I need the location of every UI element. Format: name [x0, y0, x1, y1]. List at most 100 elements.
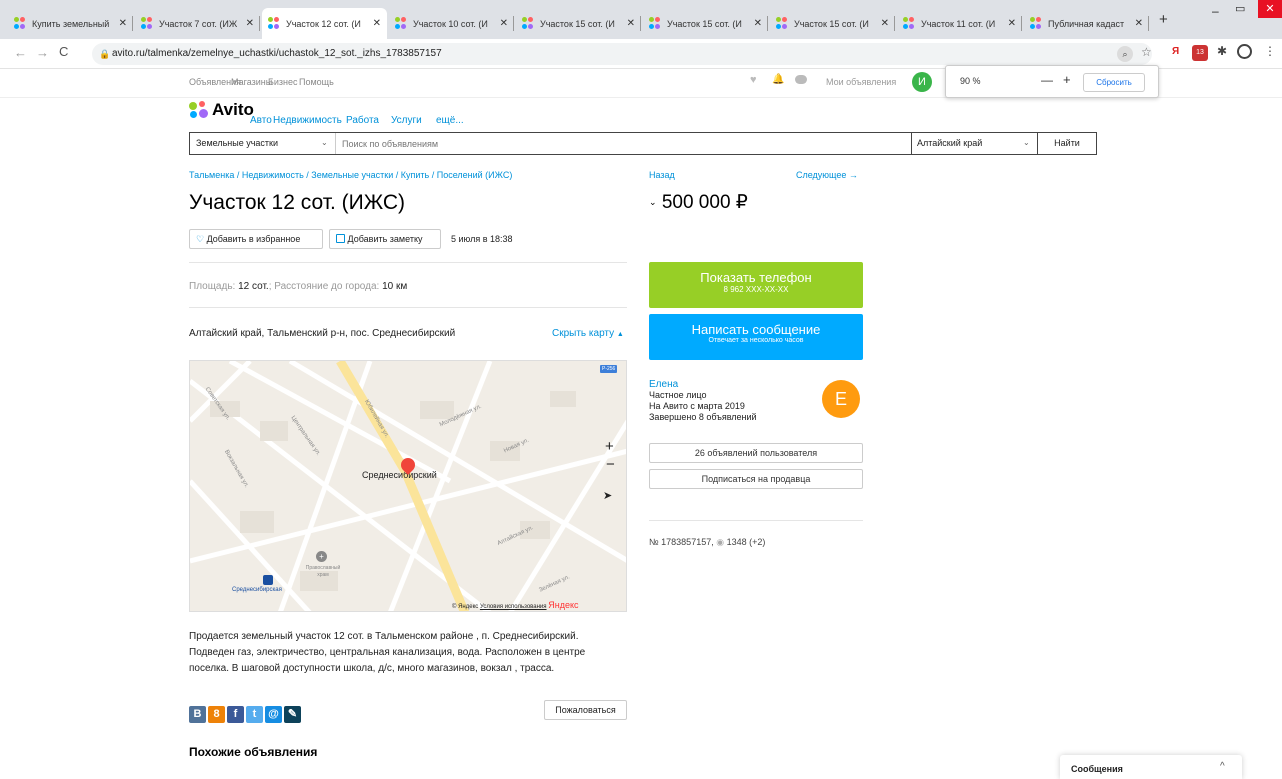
window-minimize-button[interactable]: – [1212, 4, 1219, 18]
favorite-button[interactable]: ♡ Добавить в избранное [189, 229, 323, 249]
address-bar[interactable]: 🔒 avito.ru/talmenka/zemelnye_uchastki/uc… [92, 43, 1152, 65]
twitter-share-icon[interactable]: t [246, 706, 263, 723]
vk-share-icon[interactable]: B [189, 706, 206, 723]
tab-close-icon[interactable]: ✕ [1135, 18, 1143, 29]
browser-tab[interactable]: Участок 15 сот. (И ✕ [770, 8, 895, 39]
back-arrow-icon[interactable]: ← [14, 45, 27, 60]
place-label: Среднесибирский [362, 470, 437, 480]
tab-title: Публичная кадаст [1048, 18, 1125, 29]
tab-title: Участок 10 сот. (И [413, 18, 488, 29]
nav-realty[interactable]: Недвижимость [273, 115, 342, 126]
tab-close-icon[interactable]: ✕ [119, 18, 127, 29]
tab-close-icon[interactable]: ✕ [373, 18, 381, 29]
back-link[interactable]: Назад [649, 170, 675, 180]
window-restore-button[interactable]: ▭ [1235, 2, 1245, 15]
browser-tab[interactable]: Участок 10 сот. (И ✕ [389, 8, 514, 39]
puzzle-extension-icon[interactable]: ✱ [1217, 44, 1227, 58]
map-zoom-in-button[interactable]: + [605, 438, 614, 455]
yandex-extension-icon[interactable]: Я [1172, 46, 1179, 57]
tab-title: Участок 15 сот. (И [540, 18, 615, 29]
nav-jobs[interactable]: Работа [346, 115, 379, 126]
browser-tab[interactable]: Участок 7 сот. (ИЖ ✕ [135, 8, 260, 39]
top-link-business[interactable]: Бизнес [268, 77, 298, 87]
region-select[interactable]: Алтайский край [917, 138, 982, 148]
avito-logo[interactable]: Avito [189, 100, 254, 120]
next-link[interactable]: Следующее → [796, 170, 858, 180]
chevron-up-icon[interactable]: ^ [1220, 761, 1225, 772]
heart-outline-icon: ♡ [196, 234, 205, 244]
map-zoom-out-button[interactable]: − [606, 456, 615, 473]
reload-icon[interactable]: C [59, 44, 68, 59]
tab-close-icon[interactable]: ✕ [881, 18, 889, 29]
seller-avatar[interactable]: Е [822, 380, 860, 418]
price-dropdown-icon[interactable]: ⌄ [649, 197, 657, 207]
heart-icon[interactable]: ♥ [750, 74, 757, 86]
seller-type: Частное лицо [649, 390, 707, 400]
map[interactable]: Молодёжная ул. Юбилейная ул. Центральная… [189, 360, 627, 612]
bell-icon[interactable]: 🔔 [772, 74, 784, 85]
ok-share-icon[interactable]: 8 [208, 706, 225, 723]
zoom-icon[interactable]: ⌕ [1117, 46, 1133, 62]
tab-close-icon[interactable]: ✕ [500, 18, 508, 29]
write-message-button[interactable]: Написать сообщение Отвечает за несколько… [649, 314, 863, 360]
tab-close-icon[interactable]: ✕ [754, 18, 762, 29]
my-ads-link[interactable]: Мои объявления [826, 77, 896, 87]
messages-widget[interactable]: Сообщения ^ [1060, 755, 1242, 779]
search-input[interactable] [342, 136, 902, 151]
zoom-reset-button[interactable]: Сбросить [1083, 73, 1145, 92]
nav-services[interactable]: Услуги [391, 115, 422, 126]
tab-title: Участок 12 сот. (И [286, 18, 361, 29]
window-close-button[interactable]: ✕ [1258, 0, 1282, 18]
chat-icon[interactable] [795, 75, 807, 84]
browser-tab-strip: Купить земельный ✕ Участок 7 сот. (ИЖ ✕ Учас… [0, 0, 1282, 39]
browser-tab[interactable]: Публичная кадаст ✕ [1024, 8, 1149, 39]
bookmark-star-icon[interactable]: ☆ [1141, 45, 1152, 59]
avito-favicon-icon [395, 17, 408, 30]
tab-close-icon[interactable]: ✕ [246, 18, 254, 29]
user-ads-button[interactable]: 26 объявлений пользователя [649, 443, 863, 463]
seller-name[interactable]: Елена [649, 379, 757, 390]
browser-tab[interactable]: Купить земельный ✕ [8, 8, 133, 39]
tab-close-icon[interactable]: ✕ [627, 18, 635, 29]
hide-map-label: Скрыть карту [552, 328, 615, 339]
hide-map-link[interactable]: Скрыть карту ▲ [552, 328, 624, 339]
browser-tab[interactable]: Участок 15 сот. (И ✕ [516, 8, 641, 39]
tab-separator [640, 16, 641, 31]
category-select[interactable]: Земельные участки [196, 138, 278, 148]
tab-close-icon[interactable]: ✕ [1008, 18, 1016, 29]
zoom-out-button[interactable]: — [1041, 73, 1053, 87]
top-link-shops[interactable]: Магазины [231, 77, 272, 87]
search-submit-button[interactable]: Найти [1038, 133, 1096, 154]
browser-tab[interactable]: Участок 11 сот. (И ✕ [897, 8, 1022, 39]
browser-tab[interactable]: Участок 12 сот. (И ✕ [262, 8, 387, 39]
geolocation-arrow-icon[interactable]: ➤ [603, 489, 612, 502]
nav-auto[interactable]: Авто [250, 115, 272, 126]
map-terms-link[interactable]: Условия использования [480, 604, 547, 610]
zoom-in-button[interactable]: + [1063, 72, 1071, 87]
top-link-help[interactable]: Помощь [299, 77, 334, 87]
show-phone-button[interactable]: Показать телефон 8 962 XXX-XX-XX [649, 262, 863, 308]
new-tab-button[interactable]: + [1159, 11, 1168, 28]
avito-favicon-icon [522, 17, 535, 30]
browser-menu-icon[interactable]: ⋮ [1264, 44, 1276, 58]
forward-arrow-icon[interactable]: → [36, 45, 49, 60]
lock-icon: 🔒 [99, 49, 111, 59]
mail-share-icon[interactable]: @ [265, 706, 282, 723]
lj-share-icon[interactable]: ✎ [284, 706, 301, 723]
map-favicon-icon [1030, 17, 1043, 30]
profile-icon[interactable] [1237, 44, 1252, 59]
divider [189, 307, 627, 308]
user-avatar[interactable]: И [912, 72, 932, 92]
messages-title: Сообщения [1071, 764, 1123, 774]
nav-more[interactable]: ещё... [436, 115, 464, 126]
extension-badge-icon[interactable]: 13 [1192, 45, 1208, 61]
breadcrumb[interactable]: Тальменка / Недвижимость / Земельные уча… [189, 170, 512, 180]
add-note-button[interactable]: Добавить заметку [329, 229, 441, 249]
browser-tab[interactable]: Участок 15 сот. (И ✕ [643, 8, 768, 39]
description-line: поселка. В шаговой доступности школа, д/… [189, 663, 555, 674]
report-button[interactable]: Пожаловаться [544, 700, 627, 720]
subscribe-button[interactable]: Подписаться на продавца [649, 469, 863, 489]
params-line: Площадь: 12 сот.; Расстояние до города: … [189, 281, 408, 292]
facebook-share-icon[interactable]: f [227, 706, 244, 723]
distance-value: 10 км [382, 281, 408, 292]
